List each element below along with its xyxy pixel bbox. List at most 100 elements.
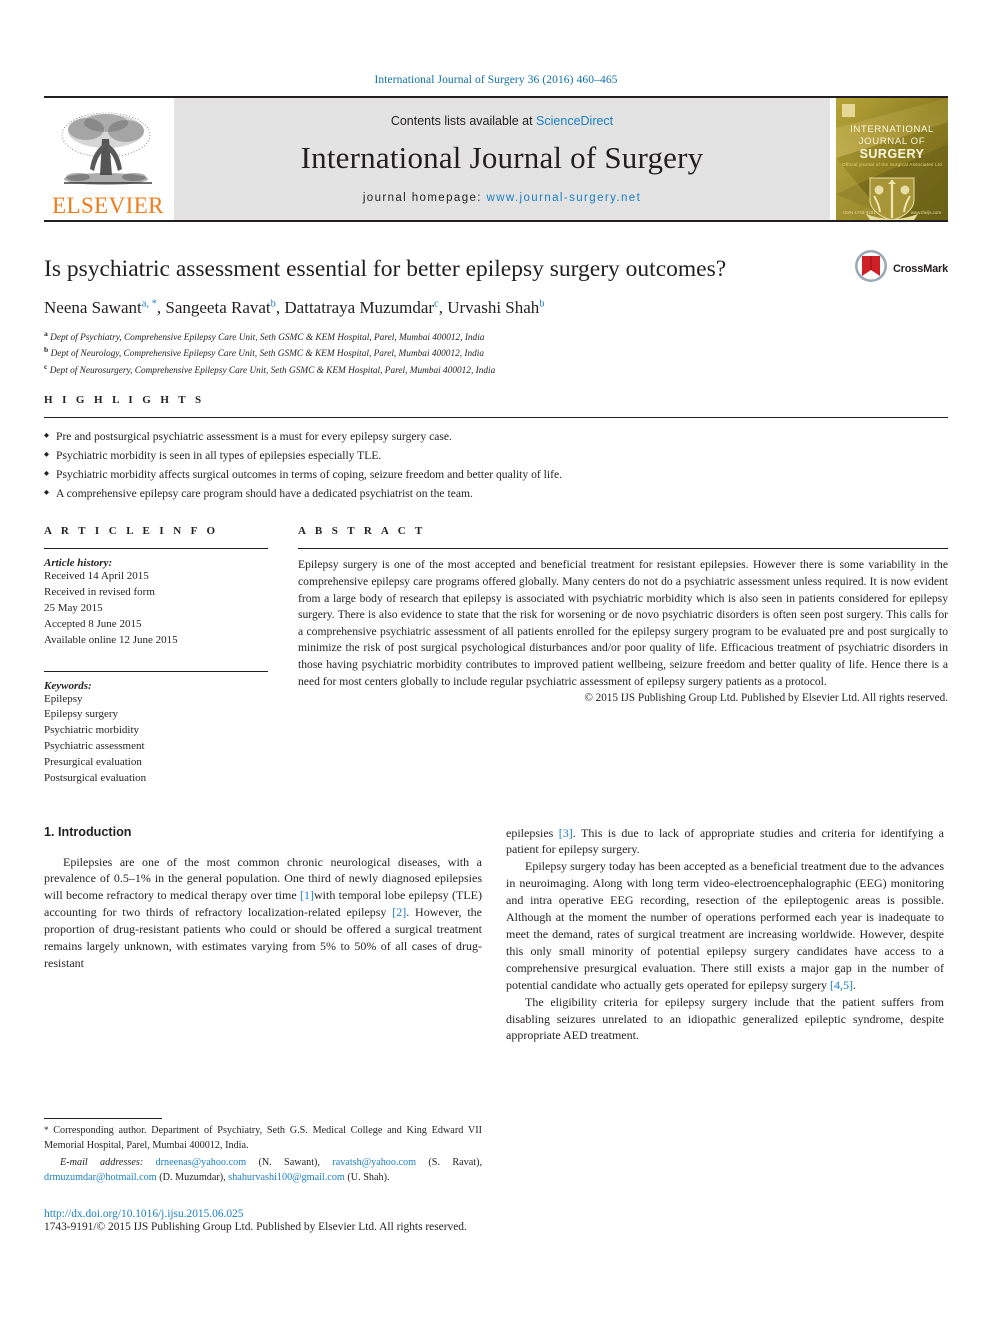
- author-name: Sangeeta Ravat: [165, 298, 271, 318]
- footnotes: * Corresponding author. Department of Ps…: [44, 1118, 482, 1186]
- section-heading-introduction: 1. Introduction: [44, 824, 132, 839]
- elsevier-wordmark: ELSEVIER: [52, 193, 164, 218]
- article-info-heading: A R T I C L E I N F O: [44, 525, 219, 538]
- crossmark-badge[interactable]: CrossMark: [854, 249, 948, 288]
- affiliation-item: a Dept of Psychiatry, Comprehensive Epil…: [44, 329, 948, 345]
- paragraph: epilepsies [3]. This is due to lack of a…: [506, 825, 944, 859]
- author-name: Urvashi Shah: [447, 298, 540, 318]
- affiliation-item: c Dept of Neurosurgery, Comprehensive Ep…: [44, 362, 948, 378]
- running-head: International Journal of Surgery 36 (201…: [374, 74, 618, 86]
- author-marks[interactable]: a, *: [142, 298, 157, 309]
- affiliation-text: Dept of Neurosurgery, Comprehensive Epil…: [49, 365, 496, 376]
- email-addresses-note: E-mail addresses: drneenas@yahoo.com (N.…: [44, 1156, 482, 1185]
- author-name: Dattatraya Muzumdar: [284, 298, 435, 318]
- citation-link[interactable]: [2]: [392, 905, 406, 919]
- crossmark-label: CrossMark: [892, 262, 948, 275]
- list-item: Received in revised form: [44, 586, 155, 599]
- email-link[interactable]: shahurvashi100@gmail.com: [228, 1172, 345, 1183]
- email-person: (N. Sawant),: [258, 1157, 320, 1169]
- email-link[interactable]: ravatsh@yahoo.com: [332, 1157, 416, 1168]
- abstract-copyright: © 2015 IJS Publishing Group Ltd. Publish…: [584, 692, 948, 705]
- list-item: Psychiatric morbidity is seen in all typ…: [44, 446, 948, 465]
- footer-block: http://dx.doi.org/10.1016/j.ijsu.2015.06…: [44, 1208, 604, 1233]
- paragraph: Epilepsies are one of the most common ch…: [44, 854, 482, 972]
- paragraph-part: epilepsies: [506, 825, 559, 840]
- cover-title-line2: JOURNAL OF: [858, 136, 926, 147]
- journal-homepage-line: journal homepage: www.journal-surgery.ne…: [363, 192, 641, 204]
- abstract-text: Epilepsy surgery is one of the most acce…: [298, 558, 948, 688]
- keywords-label: Keywords:: [44, 679, 92, 692]
- list-item: Epilepsy surgery: [44, 708, 119, 721]
- cover-title-line3: SURGERY: [859, 147, 925, 161]
- cover-url: www.theijs.com: [910, 210, 941, 215]
- article-history-list: Received 14 April 2015 Received in revis…: [44, 569, 268, 648]
- author-marks[interactable]: b: [271, 298, 276, 309]
- contents-available-line: Contents lists available at ScienceDirec…: [391, 114, 613, 128]
- body-column-right: epilepsies [3]. This is due to lack of a…: [506, 825, 944, 1045]
- journal-cover-thumbnail: INTERNATIONAL JOURNAL OF SURGERY Officia…: [836, 98, 948, 220]
- article-info-rule: [44, 548, 268, 550]
- list-item: Epilepsy: [44, 692, 83, 705]
- highlights-list: Pre and postsurgical psychiatric assessm…: [44, 427, 948, 504]
- affiliation-text: Dept of Neurology, Comprehensive Epileps…: [50, 349, 485, 360]
- body-column-left: 1. Introduction Epilepsies are one of th…: [44, 825, 482, 1045]
- list-item: Postsurgical evaluation: [44, 771, 147, 784]
- email-label: E-mail addresses:: [60, 1157, 144, 1169]
- paragraph: Epilepsy surgery today has been accepted…: [506, 858, 944, 993]
- affiliation-mark: b: [44, 345, 49, 355]
- list-item: Psychiatric morbidity: [44, 724, 140, 737]
- article-info-column: A R T I C L E I N F O Article history: R…: [44, 525, 268, 786]
- author-list: Neena Sawanta, *, Sangeeta Ravatb, Datta…: [44, 298, 545, 318]
- elsevier-logo: ELSEVIER: [44, 98, 172, 220]
- footnote-rule: [44, 1118, 162, 1119]
- journal-homepage-link[interactable]: www.journal-surgery.net: [486, 192, 641, 204]
- issn-copyright-line: 1743-9191/© 2015 IJS Publishing Group Lt…: [44, 1221, 467, 1233]
- article-history-label: Article history:: [44, 557, 113, 570]
- citation-link[interactable]: [1]: [300, 888, 314, 902]
- paragraph-part: Epilepsy surgery today has been accepted…: [506, 859, 944, 992]
- email-link[interactable]: drneenas@yahoo.com: [156, 1157, 247, 1168]
- list-item: 25 May 2015: [44, 602, 103, 615]
- journal-title: International Journal of Surgery: [300, 140, 704, 175]
- journal-band: Contents lists available at ScienceDirec…: [174, 98, 830, 220]
- email-person: (U. Shah).: [347, 1172, 390, 1184]
- cover-footer: ISSN 1743-9191 www.theijs.com: [836, 210, 948, 215]
- author-marks[interactable]: c: [434, 298, 439, 309]
- email-link[interactable]: drmuzumdar@hotmail.com: [44, 1172, 157, 1183]
- affiliation-mark: a: [44, 329, 48, 339]
- list-item: Presurgical evaluation: [44, 755, 142, 768]
- cover-subtitle: Official journal of the Surgical Associa…: [842, 162, 942, 167]
- email-person: (D. Muzumdar),: [159, 1172, 226, 1184]
- list-item: A comprehensive epilepsy care program sh…: [44, 484, 948, 503]
- affiliation-list: a Dept of Psychiatry, Comprehensive Epil…: [44, 329, 948, 378]
- citation-link[interactable]: [4,5]: [830, 978, 853, 992]
- author-name: Neena Sawant: [44, 298, 142, 318]
- corresponding-author-note: * Corresponding author. Department of Ps…: [44, 1124, 482, 1153]
- corresponding-text: Corresponding author. Department of Psyc…: [44, 1125, 482, 1151]
- list-item: Accepted 8 June 2015: [44, 617, 142, 630]
- affiliation-item: b Dept of Neurology, Comprehensive Epile…: [44, 345, 948, 361]
- title-block: Is psychiatric assessment essential for …: [44, 222, 948, 378]
- page-title: Is psychiatric assessment essential for …: [44, 256, 727, 282]
- author-marks[interactable]: b: [539, 298, 544, 309]
- doi-link[interactable]: http://dx.doi.org/10.1016/j.ijsu.2015.06…: [44, 1208, 604, 1220]
- citation-link[interactable]: [3]: [559, 826, 573, 840]
- highlights-heading: H I G H L I G H T S: [44, 393, 205, 406]
- contents-prefix: Contents lists available at: [390, 114, 537, 128]
- list-item: Available online 12 June 2015: [44, 633, 178, 646]
- crossmark-icon[interactable]: [854, 249, 888, 288]
- paragraph-part: .: [853, 977, 856, 992]
- elsevier-tree-icon: [56, 109, 160, 193]
- abstract-heading: A B S T R A C T: [298, 525, 426, 538]
- masthead: ELSEVIER Contents lists available at Sci…: [44, 98, 948, 220]
- cover-title-line1: INTERNATIONAL: [850, 124, 934, 135]
- body-columns: 1. Introduction Epilepsies are one of th…: [44, 825, 948, 1045]
- affiliation-text: Dept of Psychiatry, Comprehensive Epilep…: [50, 333, 485, 344]
- sciencedirect-link[interactable]: ScienceDirect: [536, 114, 613, 128]
- highlights-section: H I G H L I G H T S Pre and postsurgical…: [44, 378, 948, 504]
- highlights-rule: [44, 416, 948, 418]
- abstract-column: A B S T R A C T Epilepsy surgery is one …: [298, 525, 948, 786]
- keywords-list: Epilepsy Epilepsy surgery Psychiatric mo…: [44, 692, 268, 787]
- list-item: Psychiatric morbidity affects surgical o…: [44, 465, 948, 484]
- list-item: Received 14 April 2015: [44, 570, 149, 583]
